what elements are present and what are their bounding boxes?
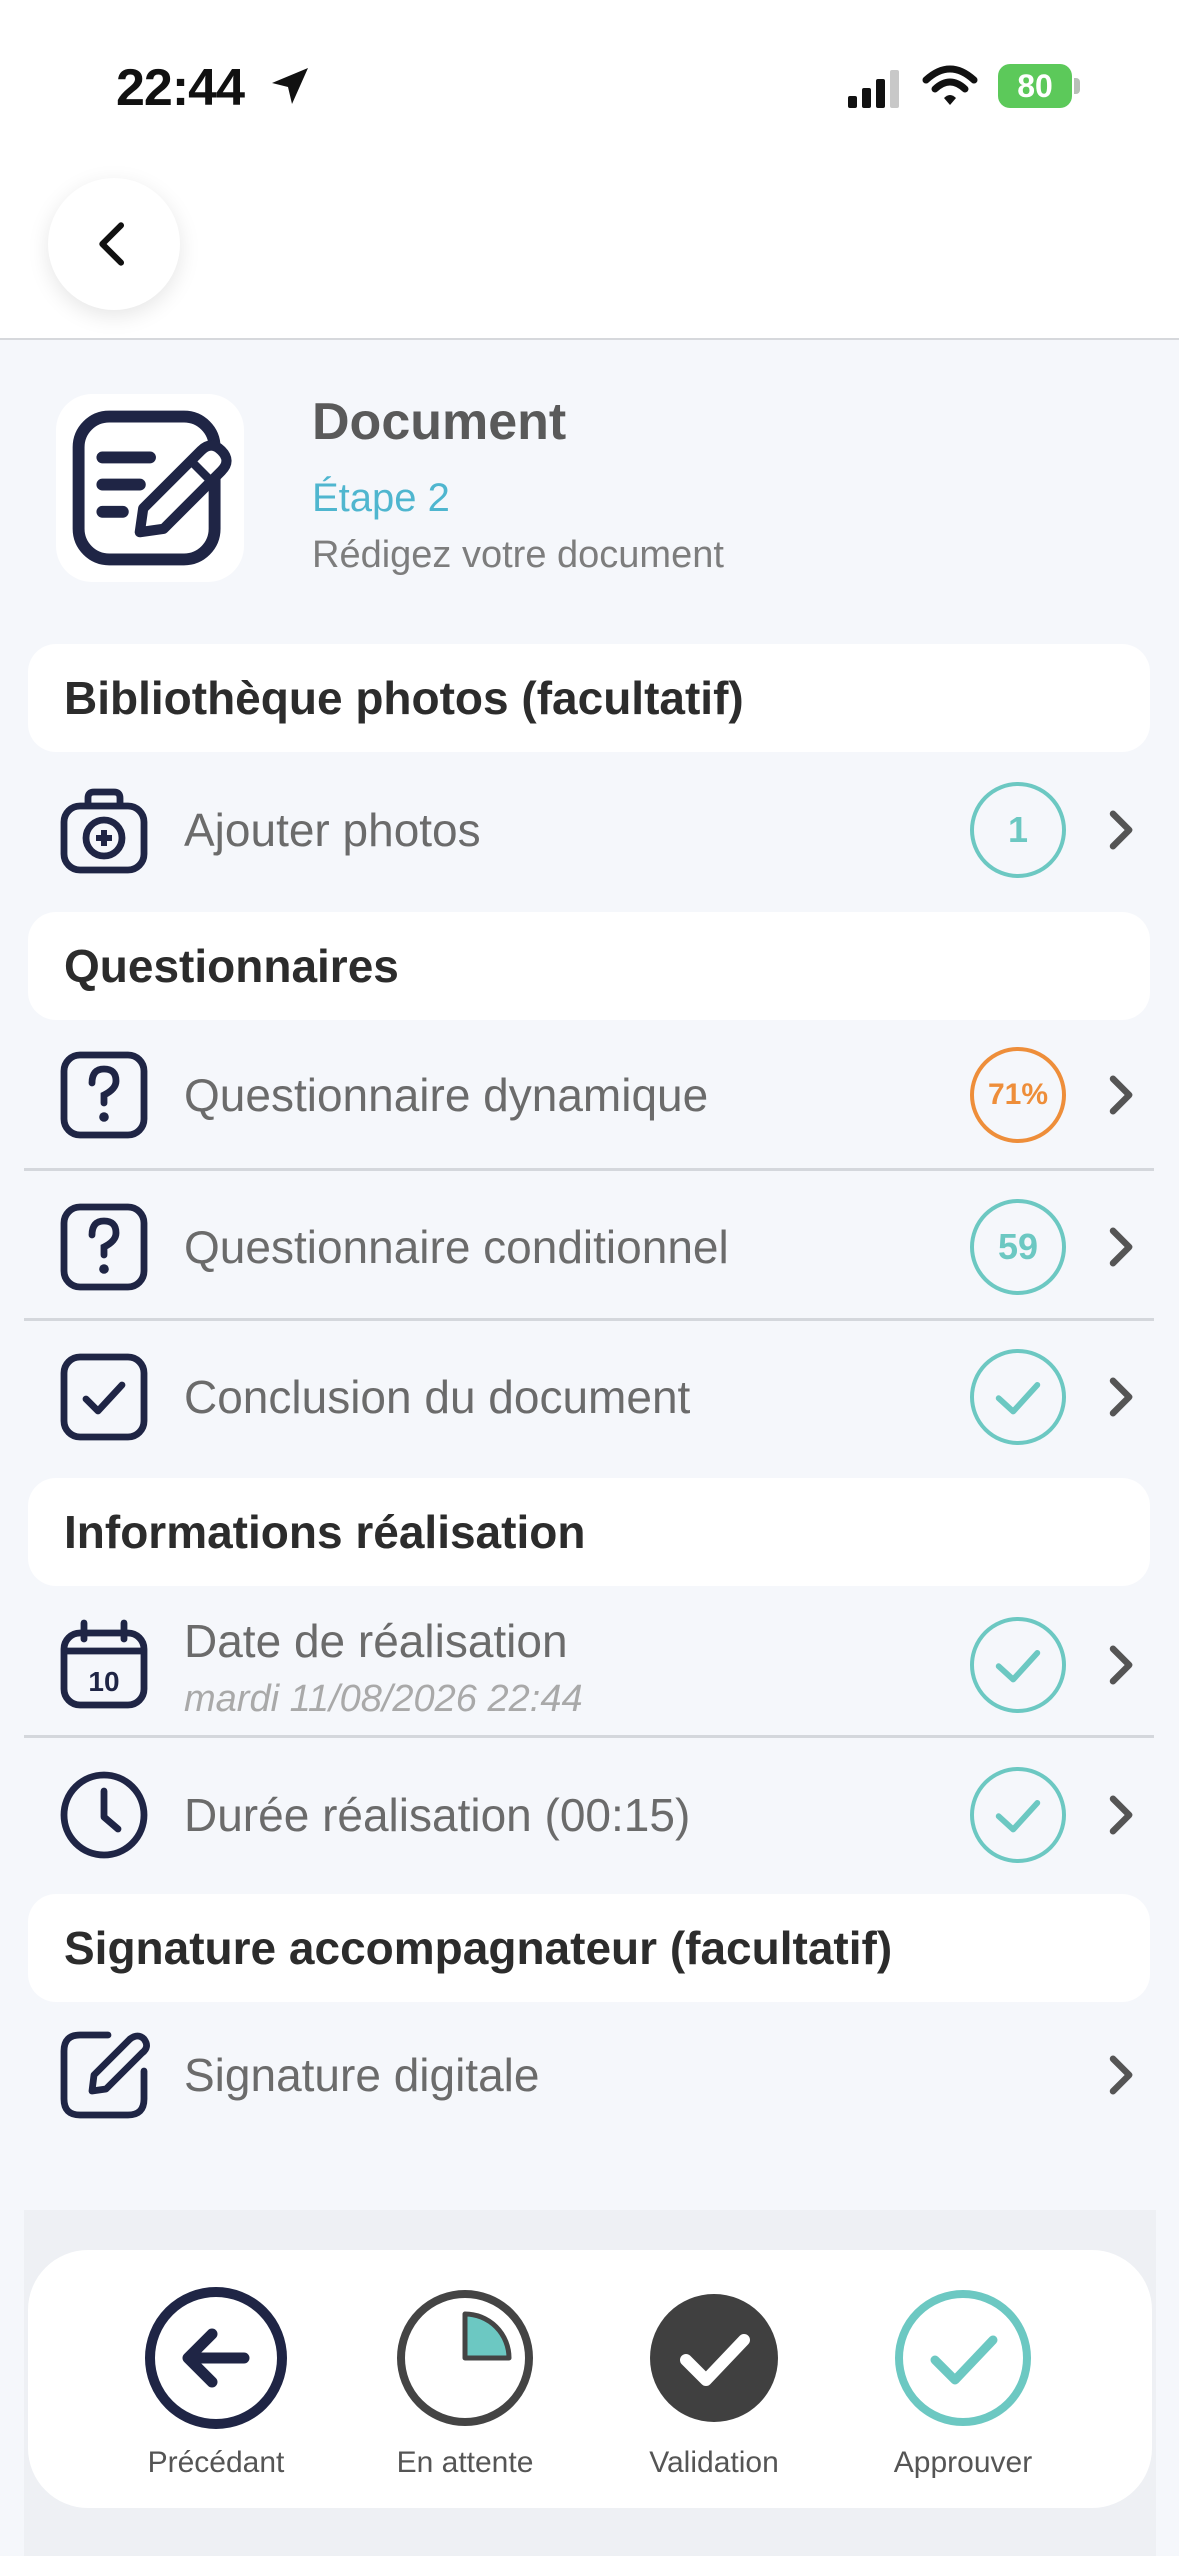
row-signature-digitale[interactable]: Signature digitale (24, 2000, 1154, 2150)
row-divider (24, 1735, 1154, 1738)
section-header-informations: Informations réalisation (28, 1478, 1150, 1586)
check-icon (995, 1650, 1041, 1683)
pen-square-icon (60, 2031, 150, 2119)
count-badge: 59 (970, 1199, 1066, 1295)
chevron-left-icon (99, 222, 125, 266)
row-conclusion-document[interactable]: Conclusion du document (24, 1322, 1154, 1472)
row-label: Signature digitale (184, 2049, 540, 2101)
progress-badge: 71% (970, 1047, 1066, 1143)
action-label: Validation (649, 2446, 779, 2479)
row-label: Ajouter photos (184, 804, 481, 856)
row-questionnaire-conditionnel[interactable]: Questionnaire conditionnel 59 (24, 1172, 1154, 1322)
count-badge: 1 (970, 782, 1066, 878)
chevron-right-icon (1109, 1645, 1133, 1685)
row-label: Durée réalisation (00:15) (184, 1789, 691, 1841)
document-icon-box (56, 394, 244, 582)
document-step: Étape 2 (312, 476, 450, 520)
row-label: Questionnaire dynamique (184, 1069, 709, 1121)
row-divider (24, 1168, 1154, 1171)
section-header-photos: Bibliothèque photos (facultatif) (28, 644, 1150, 752)
action-label: Approuver (893, 2446, 1033, 2479)
row-label: Questionnaire conditionnel (184, 1221, 729, 1273)
row-label: Conclusion du document (184, 1371, 691, 1423)
action-label: Précédant (147, 2446, 285, 2479)
chevron-right-icon (1109, 1795, 1133, 1835)
check-outline-circle-icon (895, 2290, 1031, 2426)
check-icon (995, 1382, 1041, 1415)
top-header: 22:44 80 (0, 0, 1179, 340)
validation-button[interactable]: Validation (604, 2286, 824, 2480)
previous-button[interactable]: Précédant (106, 2286, 326, 2480)
pending-pie-icon (397, 2290, 533, 2426)
check-badge (970, 1349, 1066, 1445)
check-filled-circle-icon (650, 2294, 778, 2422)
chevron-right-icon (1109, 1227, 1133, 1267)
section-header-questionnaires: Questionnaires (28, 912, 1150, 1020)
calendar-day: 10 (88, 1666, 119, 1697)
check-badge (970, 1767, 1066, 1863)
battery-indicator: 80 (998, 64, 1080, 108)
battery-level: 80 (1017, 67, 1053, 104)
row-sublabel-date: mardi 11/08/2026 22:44 (184, 1678, 583, 1720)
check-badge (970, 1617, 1066, 1713)
row-duree-realisation[interactable]: Durée réalisation (00:15) (24, 1740, 1154, 1890)
section-header-signature: Signature accompagnateur (facultatif) (28, 1894, 1150, 2002)
location-arrow-icon (272, 68, 308, 104)
document-subtitle: Rédigez votre document (312, 534, 724, 576)
action-label: En attente (396, 2446, 534, 2479)
document-edit-icon (72, 410, 232, 566)
arrow-left-circle-icon (145, 2287, 287, 2429)
question-icon (60, 1051, 148, 1139)
check-icon (995, 1800, 1041, 1833)
row-label: Date de réalisation (184, 1615, 568, 1667)
document-title: Document (312, 393, 567, 451)
chevron-right-icon (1109, 1075, 1133, 1115)
camera-plus-icon (60, 788, 148, 874)
cellular-signal-icon (848, 70, 899, 108)
chevron-right-icon (1109, 1377, 1133, 1417)
approve-button[interactable]: Approuver (853, 2286, 1073, 2480)
chevron-right-icon (1109, 810, 1133, 850)
wifi-icon (922, 65, 978, 105)
row-questionnaire-dynamique[interactable]: Questionnaire dynamique 71% (24, 1020, 1154, 1170)
calendar-icon: 10 (60, 1619, 148, 1709)
row-divider (24, 1318, 1154, 1321)
row-date-realisation[interactable]: 10 Date de réalisation mardi 11/08/2026 … (24, 1590, 1154, 1740)
chevron-right-icon (1109, 2055, 1133, 2095)
status-time: 22:44 (116, 59, 245, 117)
back-button[interactable] (48, 178, 180, 310)
question-icon (60, 1203, 148, 1291)
pending-button[interactable]: En attente (355, 2286, 575, 2480)
row-ajouter-photos[interactable]: Ajouter photos 1 (24, 755, 1154, 905)
checkbox-icon (60, 1353, 148, 1441)
clock-icon (60, 1771, 148, 1859)
